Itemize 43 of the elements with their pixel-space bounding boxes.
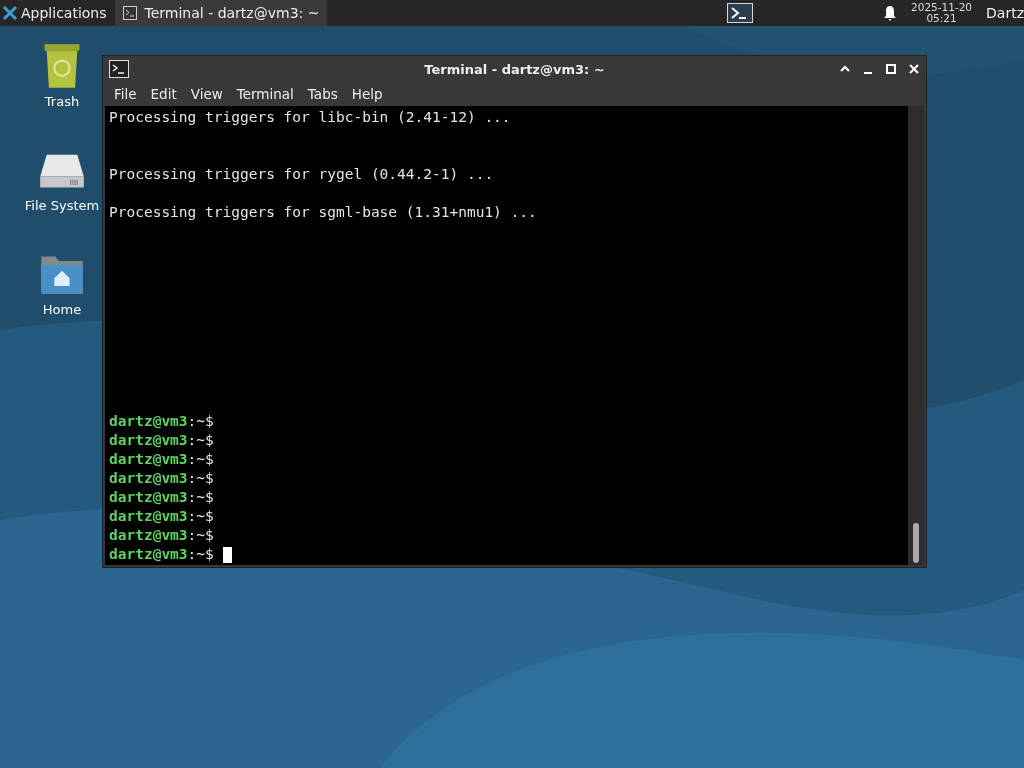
prompt-user: dartz@vm3: [109, 412, 188, 431]
clock-time: 05:21: [926, 13, 957, 24]
menu-item[interactable]: Terminal: [229, 86, 301, 102]
desktop-icon-label[interactable]: File System: [24, 198, 100, 213]
taskbar-window-button[interactable]: Terminal - dartz@vm3: ~: [114, 0, 328, 26]
terminal-icon: [109, 60, 129, 78]
prompt-path: :~$: [187, 507, 214, 526]
menu-item[interactable]: Help: [344, 86, 390, 102]
scrollbar[interactable]: [908, 106, 924, 565]
maximize-icon[interactable]: [885, 63, 897, 75]
terminal-output: Processing triggers for rygel (0.44.2-1) ...: [109, 165, 494, 184]
applications-menu[interactable]: Applications: [0, 0, 111, 26]
menu-item[interactable]: File: [107, 86, 144, 102]
prompt-path: :~$: [187, 431, 214, 450]
terminal-icon: [122, 6, 137, 20]
terminal-output: Processing triggers for sgml-base (1.31+nmu1) ...: [109, 203, 537, 222]
mouse-logo-icon: [2, 5, 18, 21]
desktop-icon-label[interactable]: Trash: [44, 94, 80, 109]
terminal-icon[interactable]: [727, 3, 753, 23]
menu-item[interactable]: Edit: [143, 86, 184, 102]
menu-item[interactable]: Tabs: [300, 86, 345, 102]
prompt-path: :~$: [187, 469, 214, 488]
desktop-icon-label[interactable]: Home: [42, 302, 82, 317]
text-cursor: [222, 546, 232, 563]
notification-bell-icon[interactable]: [883, 5, 897, 21]
prompt-path: :~$: [187, 488, 214, 507]
close-icon[interactable]: [908, 63, 920, 75]
user-menu[interactable]: Dartz: [982, 5, 1024, 21]
terminal-output: Processing triggers for libc-bin (2.41-12) ...: [109, 108, 511, 127]
prompt-user: dartz@vm3: [109, 507, 188, 526]
clock-date: 2025-11-20: [911, 2, 973, 13]
prompt-path: :~$: [187, 526, 214, 545]
prompt-path: :~$: [187, 412, 214, 431]
prompt-user: dartz@vm3: [109, 469, 188, 488]
prompt-path: :~$: [187, 545, 214, 564]
prompt-user: dartz@vm3: [109, 545, 188, 564]
prompt-user: dartz@vm3: [109, 431, 188, 450]
prompt-user: dartz@vm3: [109, 450, 188, 469]
prompt-path: :~$: [187, 450, 214, 469]
window-title: Terminal - dartz@vm3: ~: [424, 61, 605, 77]
menu-item[interactable]: View: [183, 86, 230, 102]
prompt-user: dartz@vm3: [109, 526, 188, 545]
prompt-user: dartz@vm3: [109, 488, 188, 507]
